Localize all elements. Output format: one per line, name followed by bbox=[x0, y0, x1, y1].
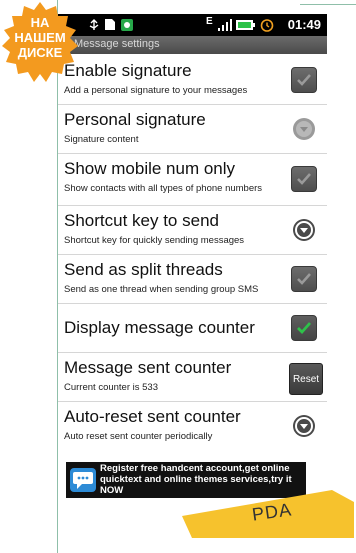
page-title: Message settings bbox=[74, 38, 160, 50]
setting-title: Message sent counter bbox=[64, 358, 232, 377]
network-type-label: E bbox=[206, 16, 213, 27]
setting-personal-signature[interactable]: Personal signature Signature content bbox=[58, 105, 327, 154]
title-bar: Message settings bbox=[58, 36, 327, 54]
setting-auto-reset[interactable]: Auto-reset sent counter Auto reset sent … bbox=[58, 402, 327, 451]
settings-list: Enable signature Add a personal signatur… bbox=[58, 56, 327, 451]
badge-line-2: НАШЕМ bbox=[14, 30, 66, 45]
setting-title: Show mobile num only bbox=[64, 159, 236, 178]
setting-display-counter[interactable]: Display message counter bbox=[58, 304, 327, 353]
split-threads-checkbox[interactable] bbox=[291, 266, 317, 292]
sd-card-icon bbox=[104, 18, 116, 36]
battery-icon bbox=[236, 18, 256, 36]
setting-subtitle: Auto reset sent counter periodically bbox=[64, 431, 213, 442]
disk-badge: НА НАШЕМ ДИСКЕ bbox=[0, 0, 80, 84]
setting-subtitle: Send as one thread when sending group SM… bbox=[64, 284, 259, 295]
alarm-icon bbox=[260, 18, 274, 37]
setting-title: Display message counter bbox=[64, 318, 255, 337]
setting-title: Auto-reset sent counter bbox=[64, 407, 241, 426]
usb-icon bbox=[88, 18, 100, 36]
setting-title: Personal signature bbox=[64, 110, 206, 129]
setting-title: Send as split threads bbox=[64, 260, 223, 279]
setting-subtitle: Show contacts with all types of phone nu… bbox=[64, 183, 263, 194]
setting-subtitle: Shortcut key for quickly sending message… bbox=[64, 235, 245, 246]
personal-signature-expand-icon[interactable] bbox=[293, 118, 315, 140]
pda-tag: PDA bbox=[182, 482, 354, 538]
auto-reset-dropdown-icon[interactable] bbox=[293, 415, 315, 437]
page-border-top bbox=[300, 4, 356, 5]
signal-strength-icon bbox=[218, 18, 232, 36]
reset-counter-button[interactable]: Reset bbox=[289, 363, 323, 395]
chat-icon bbox=[70, 468, 96, 492]
setting-title: Shortcut key to send bbox=[64, 211, 219, 230]
setting-title: Enable signature bbox=[64, 61, 192, 80]
setting-subtitle: Add a personal signature to your message… bbox=[64, 85, 248, 96]
setting-subtitle: Signature content bbox=[64, 134, 139, 145]
setting-enable-signature[interactable]: Enable signature Add a personal signatur… bbox=[58, 56, 327, 105]
status-time: 01:49 bbox=[287, 17, 321, 32]
show-mobile-num-checkbox[interactable] bbox=[291, 166, 317, 192]
shortcut-key-dropdown-icon[interactable] bbox=[293, 219, 315, 241]
app-notification-icon bbox=[120, 18, 134, 37]
badge-line-1: НА bbox=[30, 15, 50, 30]
setting-show-mobile-num[interactable]: Show mobile num only Show contacts with … bbox=[58, 154, 327, 206]
setting-split-threads[interactable]: Send as split threads Send as one thread… bbox=[58, 255, 327, 304]
enable-signature-checkbox[interactable] bbox=[291, 67, 317, 93]
setting-shortcut-key[interactable]: Shortcut key to send Shortcut key for qu… bbox=[58, 206, 327, 255]
badge-line-3: ДИСКЕ bbox=[17, 45, 63, 60]
display-counter-checkbox[interactable] bbox=[291, 315, 317, 341]
setting-subtitle: Current counter is 533 bbox=[64, 382, 158, 393]
setting-message-sent-counter: Message sent counter Current counter is … bbox=[58, 353, 327, 402]
status-bar: E 01:49 bbox=[58, 14, 327, 36]
phone-screen: E 01:49 Message settings Enable signatur… bbox=[58, 14, 327, 509]
